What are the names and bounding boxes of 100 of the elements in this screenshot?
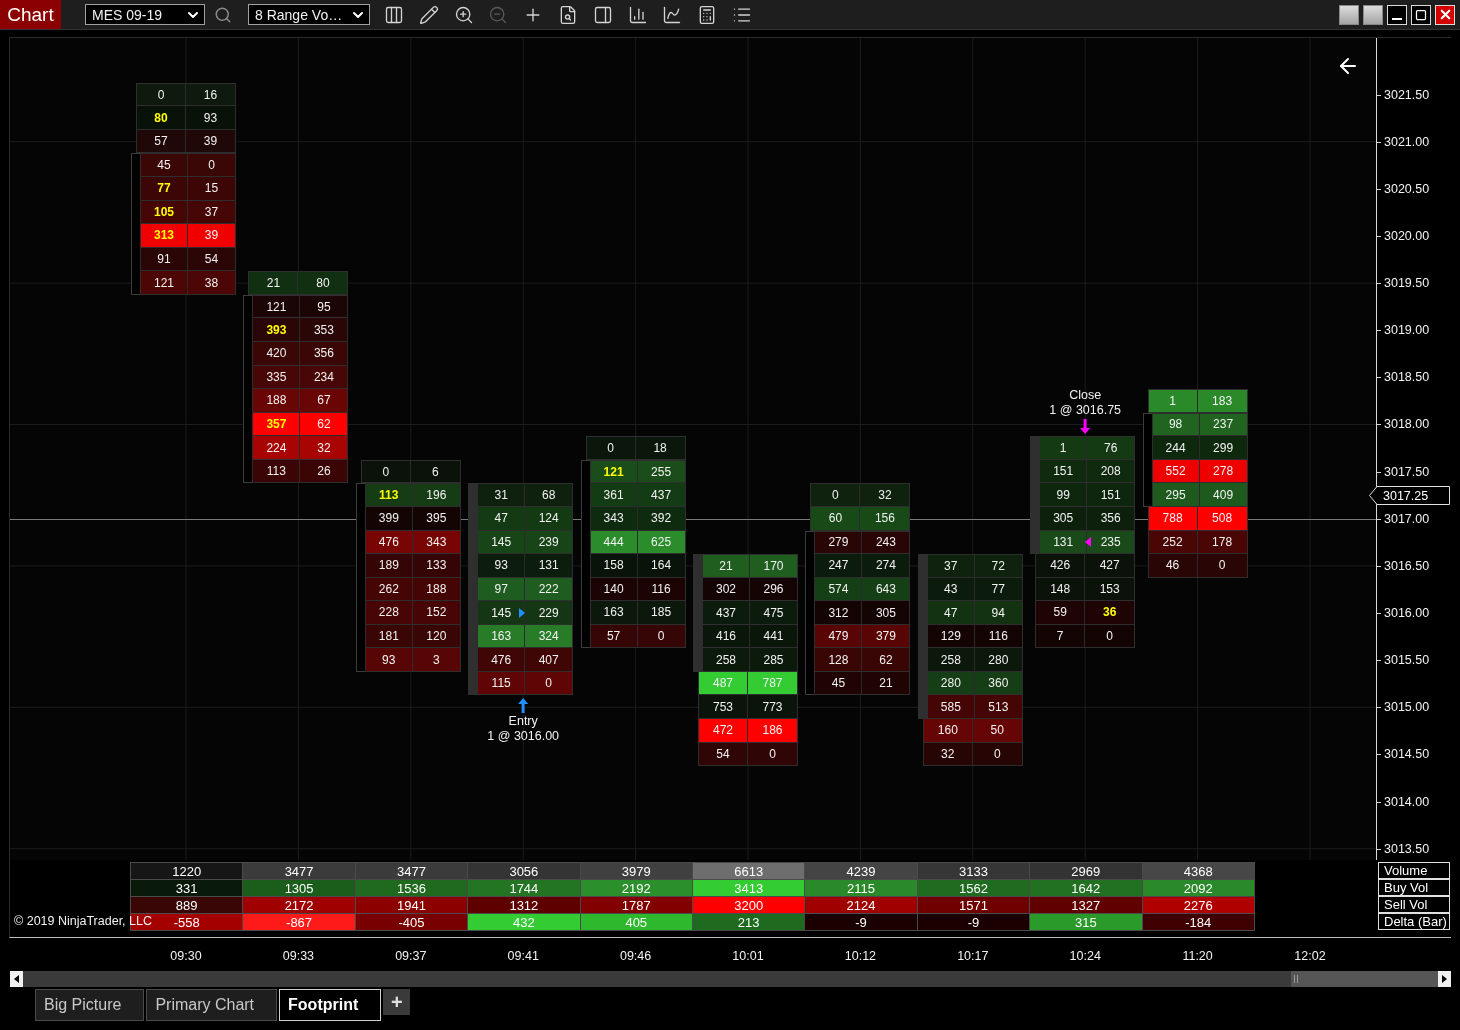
price-label: 3020.50 — [1384, 181, 1430, 197]
summary-cell: 1941 — [355, 897, 469, 914]
price-label: 3013.50 — [1384, 841, 1430, 857]
time-label: 10:24 — [1069, 949, 1101, 964]
volume-value: 32 — [317, 440, 331, 455]
volume-value: 145 — [491, 534, 512, 549]
volume-value: 476 — [491, 652, 512, 667]
volume-value: 178 — [1212, 534, 1233, 549]
volume-value: 39 — [204, 228, 219, 243]
volume-value: 128 — [828, 652, 849, 667]
summary-cell: 432 — [468, 914, 581, 931]
volume-value: 773 — [762, 699, 783, 714]
summary-cell: 3413 — [692, 880, 806, 897]
time-label: 09:30 — [170, 949, 202, 964]
volume-value: 94 — [991, 605, 1005, 620]
volume-value: 57 — [154, 134, 168, 149]
volume-value: 258 — [716, 652, 736, 667]
volume-value: 6 — [431, 464, 439, 479]
volume-value: 163 — [603, 605, 624, 620]
copyright-text: © 2019 NinjaTrader, LLC — [14, 914, 152, 929]
volume-value: 416 — [716, 629, 736, 644]
volume-value: 409 — [1213, 487, 1234, 502]
volume-value: 585 — [940, 699, 961, 714]
volume-value: 788 — [1162, 511, 1183, 526]
volume-value: 229 — [538, 605, 559, 620]
volume-value: 361 — [603, 487, 624, 502]
execution-detail: 1 @ 3016.75 — [1049, 403, 1122, 419]
price-label: 3019.50 — [1384, 276, 1430, 292]
summary-cell: 3133 — [917, 863, 1031, 880]
volume-value: 26 — [317, 464, 331, 479]
volume-value: 68 — [542, 488, 556, 503]
volume-value: 129 — [940, 629, 961, 644]
price-label: 3016.50 — [1384, 558, 1430, 574]
volume-value: 152 — [426, 605, 447, 620]
volume-value: 39 — [203, 134, 218, 149]
volume-value: 280 — [988, 652, 1009, 667]
time-label: 09:37 — [395, 949, 427, 964]
volume-value: 37 — [944, 558, 958, 573]
volume-value: 787 — [762, 676, 783, 691]
volume-value: 77 — [991, 581, 1005, 596]
summary-cell: 3200 — [692, 897, 806, 914]
volume-value: 153 — [1099, 581, 1120, 596]
volume-value: 7 — [1056, 629, 1064, 644]
volume-value: 124 — [538, 511, 559, 526]
volume-value: 133 — [426, 558, 447, 573]
summary-cell: 6613 — [692, 863, 806, 880]
volume-value: 164 — [651, 558, 672, 573]
volume-value: 643 — [875, 581, 896, 596]
volume-value: 21 — [719, 558, 733, 573]
volume-value: 407 — [538, 652, 559, 667]
price-label: 3018.00 — [1384, 417, 1430, 433]
volume-value: 54 — [204, 252, 219, 266]
volume-value: 160 — [937, 723, 958, 738]
volume-value: 57 — [606, 629, 621, 644]
volume-value: 16 — [203, 87, 218, 102]
volume-value: 120 — [426, 629, 447, 644]
volume-value: 21 — [879, 676, 893, 691]
volume-value: 479 — [828, 629, 849, 644]
price-label: 3021.50 — [1384, 87, 1430, 103]
price-label: 3017.00 — [1384, 511, 1430, 527]
volume-value: 91 — [157, 252, 171, 266]
summary-cell: 1562 — [917, 880, 1031, 897]
volume-value: 0 — [657, 629, 665, 644]
volume-value: 170 — [763, 558, 784, 573]
volume-value: 0 — [769, 746, 776, 761]
time-label: 10:12 — [844, 949, 877, 964]
volume-value: 121 — [154, 275, 174, 290]
volume-value: 305 — [1053, 511, 1074, 526]
execution-label: Entry — [508, 713, 538, 729]
volume-value: 0 — [382, 464, 390, 479]
volume-value: 552 — [1165, 464, 1186, 479]
volume-value: 62 — [879, 652, 893, 667]
volume-value: 475 — [763, 605, 784, 620]
volume-value: 574 — [828, 581, 849, 596]
volume-value: 183 — [1212, 393, 1233, 408]
summary-cell: 1312 — [468, 897, 581, 914]
price-label: 3021.00 — [1384, 134, 1430, 150]
volume-value: 148 — [1050, 581, 1071, 596]
volume-value: 121 — [266, 299, 287, 314]
summary-cell: -184 — [1142, 914, 1255, 931]
volume-value: 356 — [1100, 511, 1121, 526]
volume-value: 131 — [538, 558, 559, 573]
volume-value: 625 — [651, 534, 672, 549]
volume-value: 234 — [313, 369, 334, 384]
volume-value: 93 — [203, 110, 218, 125]
volume-value: 279 — [828, 535, 849, 550]
time-label: 12:02 — [1294, 949, 1326, 964]
summary-cell: 4239 — [805, 863, 918, 880]
volume-value: 237 — [1213, 417, 1234, 432]
volume-value: 163 — [491, 629, 512, 644]
volume-value: 274 — [875, 558, 896, 573]
volume-value: 437 — [716, 605, 736, 620]
volume-value: 247 — [828, 558, 849, 573]
volume-value: 357 — [266, 416, 287, 431]
volume-value: 0 — [832, 488, 839, 503]
price-label: 3015.50 — [1384, 653, 1430, 669]
price-label: 3020.00 — [1384, 228, 1430, 244]
volume-value: 513 — [988, 699, 1009, 714]
volume-value: 188 — [266, 393, 287, 408]
volume-value: 393 — [266, 322, 287, 337]
